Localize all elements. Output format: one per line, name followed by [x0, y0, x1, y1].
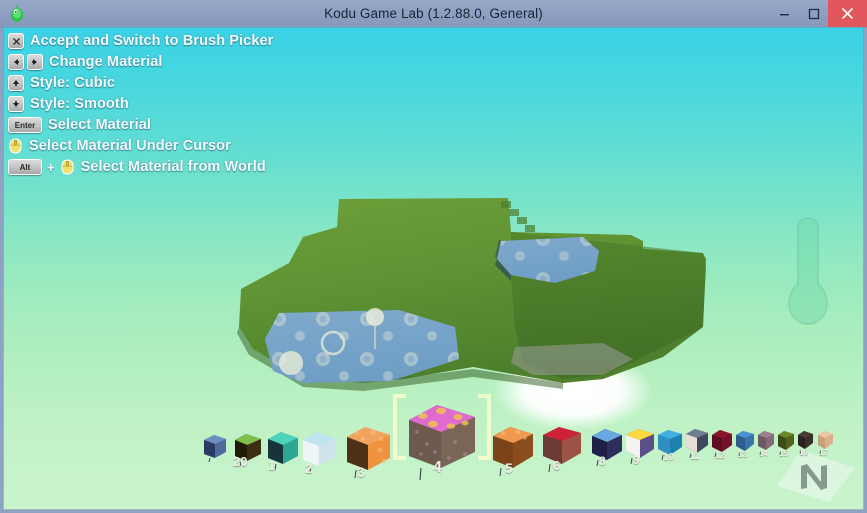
help-overlay: Accept and Switch to Brush Picker Change… — [8, 31, 273, 177]
help-label-change-material: Change Material — [49, 54, 163, 70]
minimize-button[interactable] — [770, 0, 799, 27]
material-tile[interactable]: 14 — [755, 427, 777, 458]
maximize-button[interactable] — [799, 0, 828, 27]
mouse-left-icon — [8, 138, 23, 155]
material-number: 2 — [305, 461, 313, 476]
arrow-right-icon — [27, 54, 43, 70]
material-tile[interactable]: 11 — [683, 424, 711, 461]
material-number: 6 — [553, 458, 561, 473]
brush-size-thermometer[interactable] — [779, 212, 837, 327]
material-number: 13 — [738, 450, 747, 459]
game-viewport[interactable]: Accept and Switch to Brush Picker Change… — [3, 27, 864, 510]
material-number: 12 — [715, 450, 726, 460]
help-label-style-smooth: Style: Smooth — [30, 96, 129, 112]
material-number: 15 — [779, 449, 788, 458]
window-title: Kodu Game Lab (1.2.88.0, General) — [324, 6, 543, 21]
material-tile[interactable]: 5 — [489, 418, 537, 476]
material-tile-selected[interactable]: 4 — [393, 392, 491, 480]
material-number: 3 — [357, 464, 365, 480]
material-number: 16 — [799, 448, 808, 457]
help-label-style-cubic: Style: Cubic — [30, 75, 115, 91]
material-tile[interactable]: 3 — [343, 418, 395, 480]
material-tile[interactable]: 1 — [264, 424, 302, 473]
title-bar: Kodu Game Lab (1.2.88.0, General) — [0, 0, 867, 28]
help-row-style-smooth: Style: Smooth — [8, 94, 273, 114]
close-button[interactable] — [828, 0, 867, 27]
mouse-left-icon-alt — [60, 159, 75, 176]
material-tile[interactable]: 9 — [623, 422, 657, 467]
material-number: 20 — [233, 454, 248, 469]
material-number: 10 — [663, 452, 675, 463]
help-label-select-material: Select Material — [48, 117, 152, 133]
material-tile[interactable] — [201, 428, 229, 462]
material-picker-strip[interactable]: 20 1 2 3 4 5 6 8 9 10 11 12 13 14 15 16 … — [3, 370, 864, 480]
material-number: 11 — [690, 451, 700, 461]
material-number: 1 — [268, 458, 276, 473]
material-tile[interactable]: 8 — [589, 422, 625, 468]
material-tile[interactable]: 16 — [795, 427, 816, 457]
material-number: 5 — [505, 460, 513, 476]
key-alt: Alt — [8, 159, 42, 175]
material-tile[interactable]: 20 — [231, 426, 265, 469]
material-tile[interactable]: 13 — [733, 426, 757, 459]
material-number: 4 — [433, 459, 442, 476]
material-number: 9 — [633, 453, 640, 467]
help-row-style-cubic: Style: Cubic — [8, 73, 273, 93]
help-label-select-under-cursor: Select Material Under Cursor — [29, 138, 231, 154]
help-label-accept: Accept and Switch to Brush Picker — [30, 33, 274, 49]
help-row-select-material: Enter Select Material — [8, 115, 273, 135]
material-tile[interactable]: 15 — [775, 427, 797, 458]
material-tile[interactable]: 17 — [815, 427, 836, 457]
help-row-select-from-world: Alt + Select Material from World — [8, 157, 273, 177]
material-tile[interactable]: 10 — [655, 424, 685, 463]
material-tile[interactable]: 6 — [539, 418, 585, 473]
arrow-up-icon — [8, 75, 24, 91]
help-row-select-under-cursor: Select Material Under Cursor — [8, 136, 273, 156]
kodu-game-lab-window: Kodu Game Lab (1.2.88.0, General) Accept… — [0, 0, 867, 513]
arrow-left-icon — [8, 54, 24, 70]
material-number: 17 — [819, 448, 828, 457]
help-row-accept: Accept and Switch to Brush Picker — [8, 31, 273, 51]
key-x — [8, 33, 24, 49]
help-joiner: + — [47, 159, 55, 175]
help-label-select-from-world: Select Material from World — [80, 159, 266, 175]
material-tile[interactable]: 12 — [709, 425, 735, 460]
material-number: 14 — [759, 449, 768, 458]
key-enter: Enter — [8, 117, 42, 133]
arrow-down-icon — [8, 96, 24, 112]
material-number: 8 — [599, 454, 606, 468]
material-tile[interactable]: 2 — [299, 424, 339, 476]
help-row-change-material: Change Material — [8, 52, 273, 72]
